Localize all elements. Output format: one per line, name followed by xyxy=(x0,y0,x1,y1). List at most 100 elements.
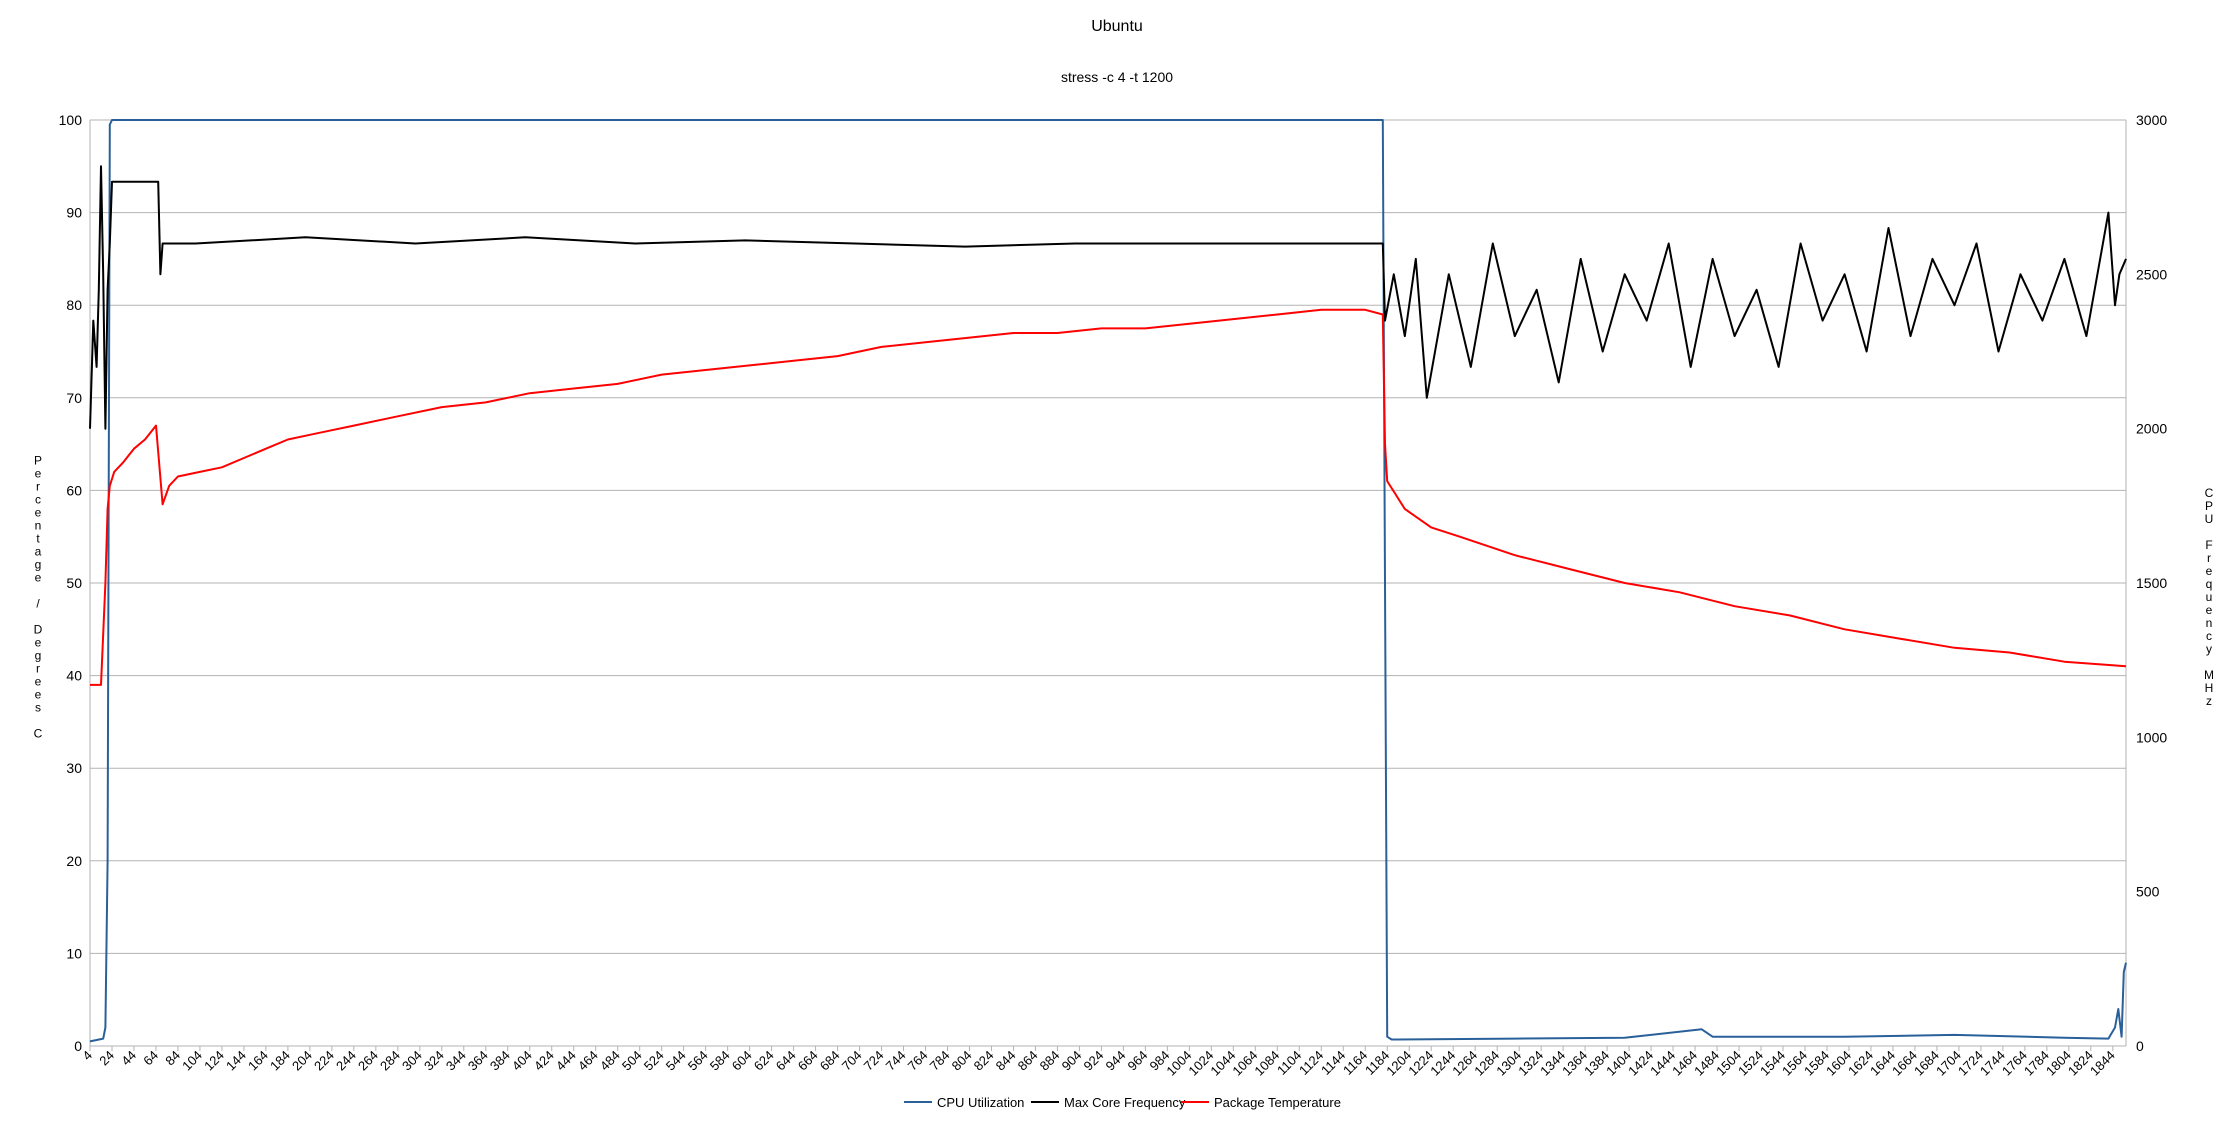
x-tick-label: 464 xyxy=(575,1048,601,1074)
y-axis-left-title-char: e xyxy=(35,467,42,481)
x-tick-label: 104 xyxy=(179,1048,205,1074)
y-tick-label-left: 50 xyxy=(66,575,82,591)
x-tick-label: 804 xyxy=(949,1048,975,1074)
x-tick-label: 944 xyxy=(1103,1048,1129,1074)
x-tick-label: 224 xyxy=(311,1048,337,1074)
right-axis: 0 500 1000 1500 2000 2500 3000 xyxy=(2136,112,2167,1054)
y-tick-label-left: 60 xyxy=(66,482,82,498)
x-tick-label: 764 xyxy=(905,1048,931,1074)
x-tick-label: 144 xyxy=(223,1048,249,1074)
x-tick-label: 904 xyxy=(1059,1048,1085,1074)
legend-label: Max Core Frequency xyxy=(1064,1095,1186,1110)
x-tick-label: 824 xyxy=(971,1048,997,1074)
x-tick-label: 624 xyxy=(751,1048,777,1074)
x-tick-label: 684 xyxy=(817,1048,843,1074)
y-tick-label-left: 20 xyxy=(66,853,82,869)
x-tick-label: 504 xyxy=(619,1048,645,1074)
y-tick-label-right: 0 xyxy=(2136,1038,2144,1054)
y-tick-label-right: 3000 xyxy=(2136,112,2167,128)
y-axis-right-title-char: e xyxy=(2206,564,2213,578)
series-line xyxy=(89,119,2127,1043)
x-tick-label: 864 xyxy=(1015,1048,1041,1074)
x-tick-label: 384 xyxy=(487,1048,513,1074)
y-axis-left-title-char: P xyxy=(34,454,42,468)
y-tick-label-left: 40 xyxy=(66,668,82,684)
y-axis-right-title-char: H xyxy=(2205,681,2214,695)
y-axis-left-title-char: / xyxy=(36,597,40,611)
x-tick-label: 444 xyxy=(553,1048,579,1074)
y-axis-left-title-char: g xyxy=(35,649,42,663)
y-axis-right-title-char: r xyxy=(2207,551,2211,565)
x-tick-label: 524 xyxy=(641,1048,667,1074)
x-tick-label: 564 xyxy=(685,1048,711,1074)
x-tick-label: 664 xyxy=(795,1048,821,1074)
legend-label: Package Temperature xyxy=(1214,1095,1341,1110)
y-axis-left-title-char: e xyxy=(35,571,42,585)
y-axis-right-title-char: q xyxy=(2206,577,2213,591)
y-tick-label-left: 30 xyxy=(66,760,82,776)
y-axis-left-title-char: g xyxy=(35,558,42,572)
y-axis-left-title-char: e xyxy=(35,688,42,702)
y-axis-right-title-char: C xyxy=(2205,486,2214,500)
series-line xyxy=(89,165,2127,430)
x-tick-label: 304 xyxy=(399,1048,425,1074)
y-axis-right-title-char: z xyxy=(2206,694,2212,708)
x-tick-label: 424 xyxy=(531,1048,557,1074)
y-axis-left-title-char: e xyxy=(35,675,42,689)
legend-label: CPU Utilization xyxy=(937,1095,1024,1110)
x-tick-label: 344 xyxy=(443,1048,469,1074)
x-tick-label: 844 xyxy=(993,1048,1019,1074)
x-tick-label: 964 xyxy=(1125,1048,1151,1074)
x-tick-label: 704 xyxy=(839,1048,865,1074)
y-axis-left-title: Percentage/DegreesC xyxy=(34,454,43,741)
x-tick-label: 604 xyxy=(729,1048,755,1074)
x-tick-label: 644 xyxy=(773,1048,799,1074)
chart-subtitle: stress -c 4 -t 1200 xyxy=(1061,69,1173,85)
y-axis-right-title-char: F xyxy=(2205,538,2212,552)
y-tick-label-left: 80 xyxy=(66,297,82,313)
x-tick-label: 264 xyxy=(355,1048,381,1074)
y-tick-label-right: 1000 xyxy=(2136,729,2167,745)
y-axis-left-title-char: e xyxy=(35,506,42,520)
left-axis: 0102030405060708090100 xyxy=(59,112,83,1054)
x-tick-label: 64 xyxy=(140,1048,161,1069)
y-axis-left-title-char: r xyxy=(36,662,40,676)
y-tick-label-right: 500 xyxy=(2136,884,2160,900)
y-axis-right-title-char: e xyxy=(2206,603,2213,617)
y-tick-label-left: 70 xyxy=(66,390,82,406)
legend: CPU Utilization Max Core Frequency Package… xyxy=(904,1095,1341,1110)
x-tick-label: 4 xyxy=(79,1048,95,1064)
y-axis-left-title-char: a xyxy=(35,545,42,559)
y-tick-label-right: 2000 xyxy=(2136,421,2167,437)
series-lines xyxy=(89,119,2127,1043)
y-axis-right-title-char: U xyxy=(2205,512,2214,526)
y-axis-left-title-char: D xyxy=(34,623,43,637)
x-tick-label: 924 xyxy=(1081,1048,1107,1074)
grid xyxy=(89,119,2127,1047)
y-tick-label-right: 1500 xyxy=(2136,575,2167,591)
x-tick-label: 404 xyxy=(509,1048,535,1074)
y-axis-right-title-char: u xyxy=(2206,590,2213,604)
x-tick-label: 324 xyxy=(421,1048,447,1074)
y-axis-right-title-char: y xyxy=(2206,642,2212,656)
series-line xyxy=(90,308,2127,686)
y-axis-left-title-char: e xyxy=(35,636,42,650)
y-axis-left-title-char: t xyxy=(36,532,40,546)
y-tick-label-left: 10 xyxy=(66,945,82,961)
y-tick-label-left: 100 xyxy=(59,112,83,128)
x-tick-label: 544 xyxy=(663,1048,689,1074)
x-tick-label: 484 xyxy=(597,1048,623,1074)
y-axis-right-title: CPUFrequencyMHz xyxy=(2204,486,2214,708)
x-tick-label: 24 xyxy=(96,1048,117,1069)
y-axis-right-title-char: c xyxy=(2206,629,2212,643)
x-tick-label: 584 xyxy=(707,1048,733,1074)
chart-title: Ubuntu xyxy=(1091,18,1143,35)
x-tick-label: 284 xyxy=(377,1048,403,1074)
y-axis-right-title-char: M xyxy=(2204,668,2214,682)
x-tick-label: 84 xyxy=(162,1048,183,1069)
y-axis-right-title-char: n xyxy=(2206,616,2213,630)
x-tick-label: 1844 xyxy=(2087,1048,2118,1079)
x-axis: 4 24 44 64 841041241441641842042242442642843… xyxy=(79,1046,2118,1079)
y-axis-left-title-char: s xyxy=(35,701,41,715)
x-tick-label: 744 xyxy=(883,1048,909,1074)
